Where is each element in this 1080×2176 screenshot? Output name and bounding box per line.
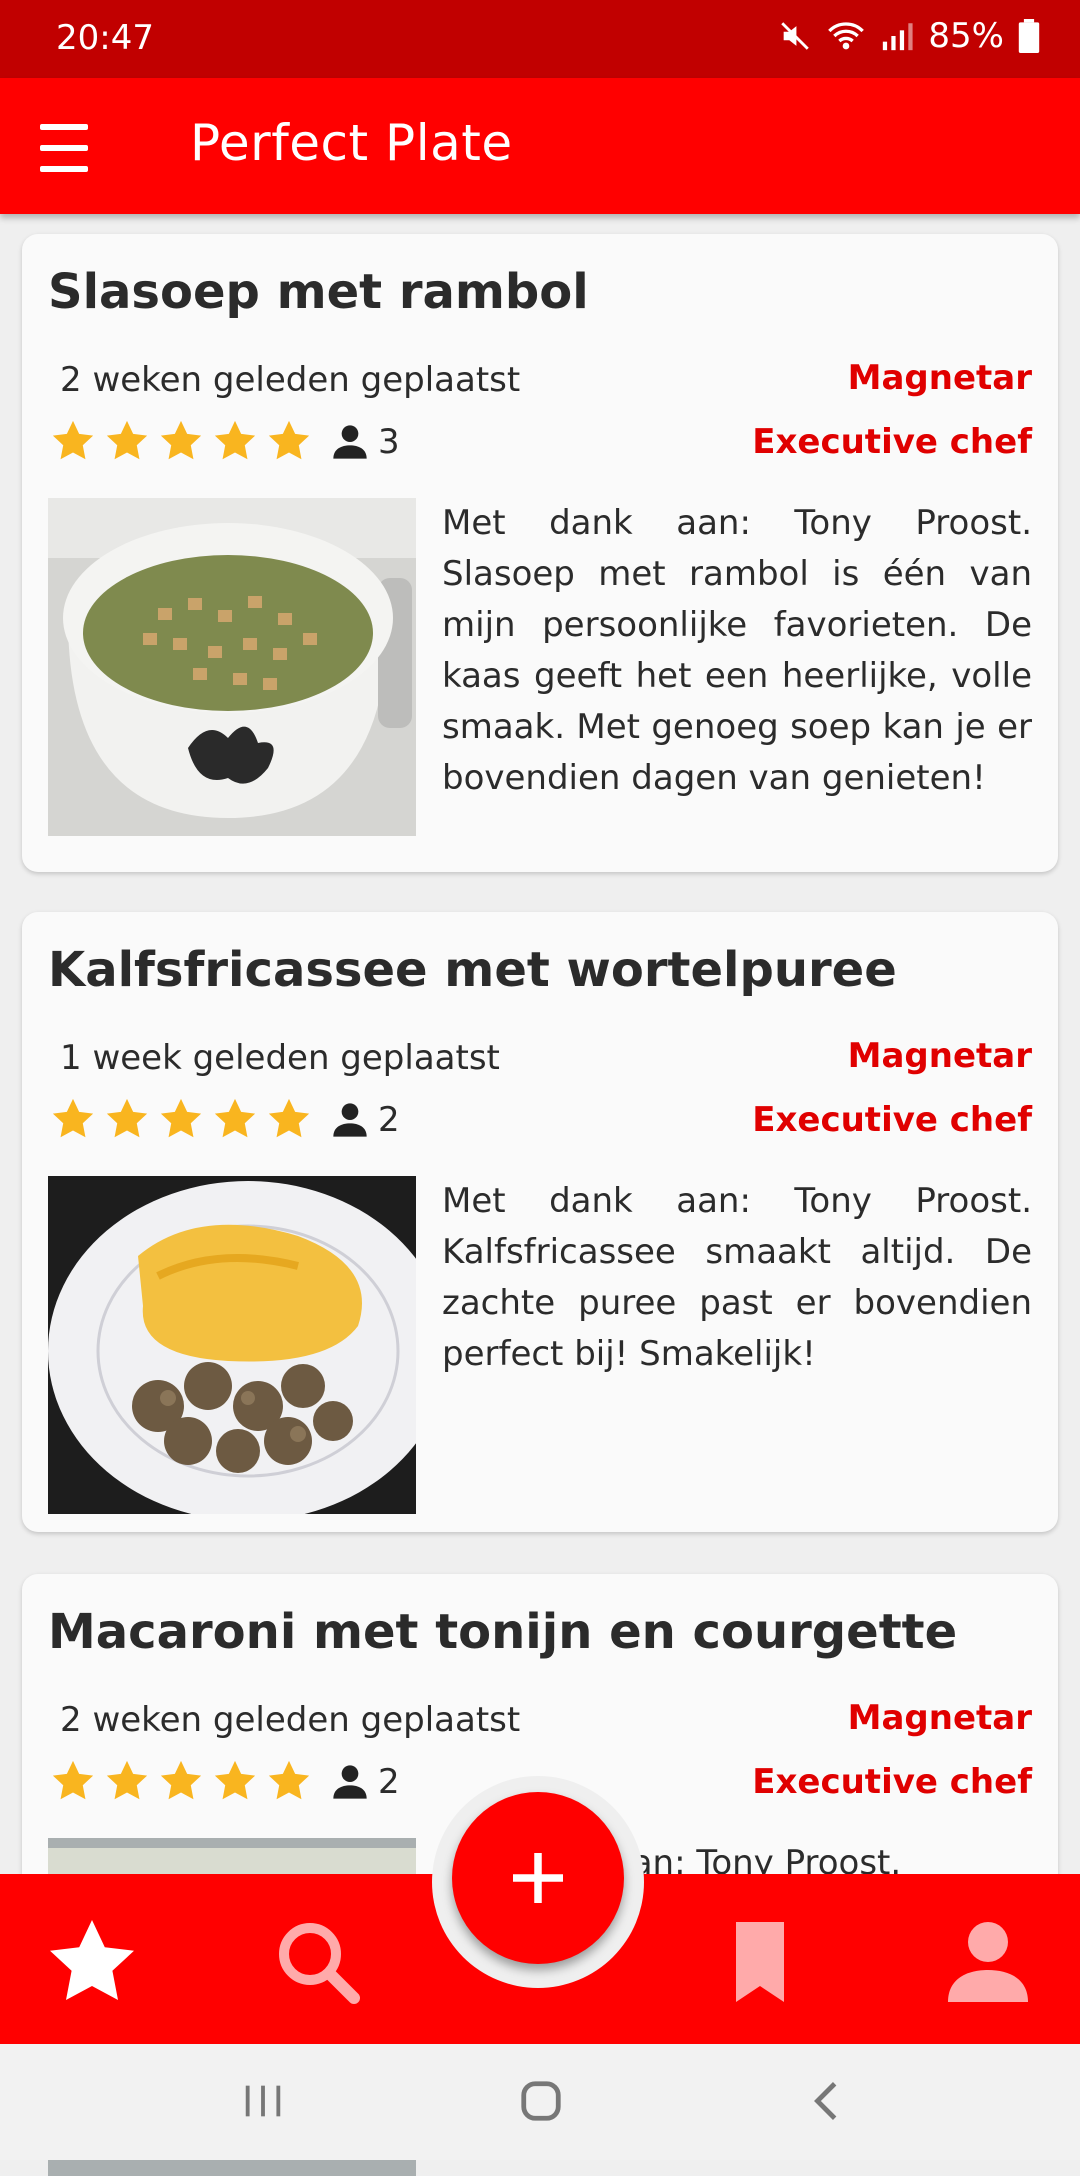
star-icon	[268, 1098, 310, 1138]
rating-stars	[50, 1758, 312, 1804]
recipe-title: Kalfsfricassee met wortelpuree	[48, 942, 897, 998]
battery-icon	[1018, 19, 1040, 53]
reviewer-count-value: 2	[378, 1762, 400, 1802]
recipe-posted-date: 1 week geleden geplaatst	[60, 1038, 500, 1078]
star-icon	[268, 420, 310, 460]
star-icon	[106, 1760, 148, 1800]
menu-icon[interactable]	[40, 120, 106, 172]
back-icon[interactable]	[804, 2078, 850, 2124]
recipe-description: Met dank aan: Tony Proost. Kalfsfricasse…	[442, 1181, 1032, 1374]
recipe-description: Met dank aan: Tony Proost. Slasoep met r…	[442, 503, 1032, 798]
person-icon	[948, 1922, 1028, 2002]
recipe-author[interactable]: Magnetar	[848, 1036, 1032, 1076]
app-bar: Perfect Plate	[0, 78, 1080, 214]
star-icon	[106, 420, 148, 460]
star-icon	[52, 1760, 94, 1800]
person-icon	[333, 1765, 367, 1799]
person-icon	[333, 1103, 367, 1137]
author-rank: Executive chef	[752, 1100, 1032, 1140]
recipe-image-soup[interactable]	[48, 498, 416, 836]
star-icon	[214, 1098, 256, 1138]
star-icon	[52, 1098, 94, 1138]
status-time: 20:47	[56, 18, 154, 58]
system-navigation-bar	[0, 2044, 1080, 2160]
reviewer-count: 2	[330, 1100, 400, 1140]
star-icon	[52, 420, 94, 460]
star-icon	[160, 1760, 202, 1800]
recipe-card[interactable]: Slasoep met rambol 2 weken geleden gepla…	[22, 234, 1058, 872]
recent-apps-icon[interactable]	[240, 2078, 286, 2124]
battery-percent: 85%	[928, 16, 1004, 56]
recipe-title: Slasoep met rambol	[48, 264, 589, 320]
star-icon	[268, 1760, 310, 1800]
recipe-title: Macaroni met tonijn en courgette	[48, 1604, 958, 1660]
nav-profile[interactable]	[940, 1914, 1036, 2010]
recipe-author[interactable]: Magnetar	[848, 1698, 1032, 1738]
add-recipe-button[interactable]	[452, 1792, 624, 1964]
recipe-posted-date: 2 weken geleden geplaatst	[60, 360, 521, 400]
author-rank: Executive chef	[752, 422, 1032, 462]
nav-saved[interactable]	[712, 1914, 808, 2010]
reviewer-count-value: 2	[378, 1100, 400, 1140]
star-icon	[50, 1920, 134, 2000]
bookmark-icon	[736, 1922, 784, 2002]
recipe-card[interactable]: Kalfsfricassee met wortelpuree 1 week ge…	[22, 912, 1058, 1532]
reviewer-count-value: 3	[378, 422, 400, 462]
star-icon	[214, 1760, 256, 1800]
star-icon	[214, 420, 256, 460]
star-icon	[106, 1098, 148, 1138]
star-icon	[160, 420, 202, 460]
reviewer-count: 3	[330, 422, 400, 462]
author-rank: Executive chef	[752, 1762, 1032, 1802]
signal-icon	[883, 23, 914, 51]
plus-icon	[513, 1853, 563, 1903]
home-icon[interactable]	[518, 2078, 564, 2124]
status-bar: 20:47 85%	[0, 0, 1080, 78]
person-icon	[333, 425, 367, 459]
wifi-icon	[828, 22, 865, 50]
rating-stars	[50, 418, 312, 464]
search-icon	[279, 1923, 360, 2004]
recipe-author[interactable]: Magnetar	[848, 358, 1032, 398]
nav-search[interactable]	[270, 1914, 366, 2010]
recipe-image-fricassee[interactable]	[48, 1176, 416, 1514]
mute-icon	[781, 22, 810, 50]
reviewer-count: 2	[330, 1762, 400, 1802]
star-icon	[160, 1098, 202, 1138]
recipe-posted-date: 2 weken geleden geplaatst	[60, 1700, 521, 1740]
nav-favorites[interactable]	[44, 1914, 140, 2010]
rating-stars	[50, 1096, 312, 1142]
app-title: Perfect Plate	[190, 114, 513, 172]
